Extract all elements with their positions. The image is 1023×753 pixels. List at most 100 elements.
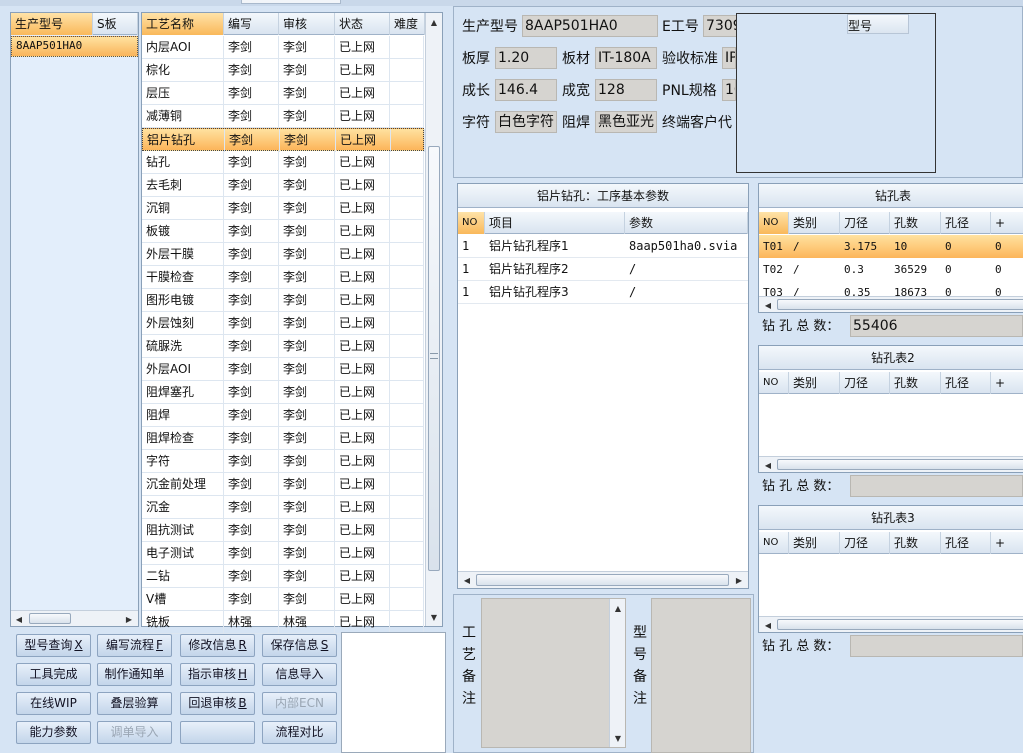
col-header-hole[interactable]: 孔径: [941, 372, 991, 394]
process-remark-textarea[interactable]: ▲ ▼: [481, 598, 626, 748]
scroll-up-icon[interactable]: ▲: [427, 15, 441, 29]
col-header-plus[interactable]: +: [991, 372, 1023, 394]
process-row[interactable]: 阻焊 李剑 李剑 已上网: [142, 404, 424, 427]
action-button[interactable]: 叠层验算: [97, 692, 172, 715]
process-row[interactable]: 阻焊塞孔 李剑 李剑 已上网: [142, 381, 424, 404]
mask-field[interactable]: 黑色亚光: [595, 111, 657, 133]
process-row[interactable]: 板镀 李剑 李剑 已上网: [142, 220, 424, 243]
drill-row[interactable]: T02 / 0.3 36529 0 0: [759, 258, 1023, 281]
process-row[interactable]: V槽 李剑 李剑 已上网: [142, 588, 424, 611]
action-button[interactable]: 回退审核 B: [180, 692, 255, 715]
process-row[interactable]: 阻焊检查 李剑 李剑 已上网: [142, 427, 424, 450]
scroll-left-icon[interactable]: ◀: [761, 298, 775, 312]
drill1-total-field[interactable]: 55406: [850, 315, 1023, 337]
col-header-tool[interactable]: 刀径: [840, 372, 890, 394]
process-row[interactable]: 二钻 李剑 李剑 已上网: [142, 565, 424, 588]
process-row[interactable]: 字符 李剑 李剑 已上网: [142, 450, 424, 473]
process-row[interactable]: 铣板 林强 林强 已上网: [142, 611, 424, 634]
action-button[interactable]: 调单导入: [97, 721, 172, 744]
col-header-plus[interactable]: +: [991, 532, 1023, 554]
thick-field[interactable]: 1.20: [495, 47, 557, 69]
process-list-vscroll[interactable]: ▲ ▼: [425, 13, 442, 626]
scroll-left-icon[interactable]: ◀: [12, 612, 26, 626]
col-header-param[interactable]: 参数: [625, 212, 748, 234]
col-header-type[interactable]: 类别: [789, 212, 840, 234]
col-header-tool[interactable]: 刀径: [840, 212, 890, 234]
col-header-no[interactable]: NO: [759, 212, 789, 234]
col-header-no[interactable]: NO: [759, 372, 789, 394]
process-row[interactable]: 图形电镀 李剑 李剑 已上网: [142, 289, 424, 312]
model-list-hscroll[interactable]: ◀ ▶: [11, 610, 138, 626]
scroll-down-icon[interactable]: ▼: [427, 610, 441, 624]
col-header-count[interactable]: 孔数: [890, 372, 941, 394]
col-header-no[interactable]: NO: [458, 212, 485, 234]
col-header-count[interactable]: 孔数: [890, 532, 941, 554]
drill2-hscroll[interactable]: ◀: [759, 456, 1023, 472]
material-field[interactable]: IT-180A: [595, 47, 657, 69]
scroll-down-icon[interactable]: ▼: [611, 731, 625, 745]
process-row[interactable]: 外层蚀刻 李剑 李剑 已上网: [142, 312, 424, 335]
pnl-field[interactable]: 10: [722, 79, 736, 101]
drill2-total-field[interactable]: [850, 475, 1023, 497]
action-button[interactable]: 流程对比: [262, 721, 337, 744]
col-header-model[interactable]: 生产型号: [11, 13, 93, 35]
process-row[interactable]: 沉铜 李剑 李剑 已上网: [142, 197, 424, 220]
action-button[interactable]: 能力参数: [16, 721, 91, 744]
scroll-left-icon[interactable]: ◀: [761, 618, 775, 632]
process-row[interactable]: 内层AOI 李剑 李剑 已上网: [142, 36, 424, 59]
col-header-status[interactable]: 状态: [335, 13, 390, 35]
col-header-tool[interactable]: 刀径: [840, 532, 890, 554]
model-remark-textarea[interactable]: [651, 598, 751, 753]
col-header-difficulty[interactable]: 难度: [390, 13, 425, 35]
process-row[interactable]: 电子测试 李剑 李剑 已上网: [142, 542, 424, 565]
length-field[interactable]: 146.4: [495, 79, 557, 101]
col-header-no[interactable]: NO: [759, 532, 789, 554]
scroll-right-icon[interactable]: ▶: [732, 573, 746, 587]
scroll-thumb[interactable]: [476, 574, 729, 586]
col-header-count[interactable]: 孔数: [890, 212, 941, 234]
process-row[interactable]: 硫脲洗 李剑 李剑 已上网: [142, 335, 424, 358]
scroll-thumb[interactable]: [777, 459, 1023, 470]
scroll-left-icon[interactable]: ◀: [761, 458, 775, 472]
col-header-process-name[interactable]: 工艺名称: [142, 13, 224, 35]
drill1-hscroll[interactable]: ◀: [759, 296, 1023, 312]
scroll-thumb[interactable]: [777, 299, 1023, 310]
action-button[interactable]: [180, 721, 255, 744]
col-header-type[interactable]: 类别: [789, 372, 840, 394]
standard-field[interactable]: IP: [722, 47, 736, 69]
process-row[interactable]: 去毛刺 李剑 李剑 已上网: [142, 174, 424, 197]
param-row[interactable]: 1 铝片钻孔程序1 8aap501ha0.svia: [458, 235, 748, 258]
param-row[interactable]: 1 铝片钻孔程序3 /: [458, 281, 748, 304]
process-row[interactable]: 铝片钻孔 李剑 李剑 已上网: [142, 128, 425, 152]
action-button[interactable]: 型号查询 X: [16, 634, 91, 657]
process-row[interactable]: 棕化 李剑 李剑 已上网: [142, 59, 424, 82]
col-header-item[interactable]: 项目: [485, 212, 625, 234]
scroll-thumb[interactable]: [777, 619, 1023, 630]
process-row[interactable]: 阻抗测试 李剑 李剑 已上网: [142, 519, 424, 542]
action-button[interactable]: 指示审核 H: [180, 663, 255, 686]
action-button[interactable]: 工具完成: [16, 663, 91, 686]
col-header-hole[interactable]: 孔径: [941, 532, 991, 554]
scroll-thumb[interactable]: [29, 613, 71, 624]
width-field[interactable]: 128: [595, 79, 657, 101]
action-button[interactable]: 制作通知单: [97, 663, 172, 686]
process-row[interactable]: 沉金前处理 李剑 李剑 已上网: [142, 473, 424, 496]
process-row[interactable]: 减薄铜 李剑 李剑 已上网: [142, 105, 424, 128]
process-row[interactable]: 外层AOI 李剑 李剑 已上网: [142, 358, 424, 381]
col-header-plus[interactable]: +: [991, 212, 1023, 234]
drill3-total-field[interactable]: [850, 635, 1023, 657]
process-row[interactable]: 层压 李剑 李剑 已上网: [142, 82, 424, 105]
process-row[interactable]: 干膜检查 李剑 李剑 已上网: [142, 266, 424, 289]
scroll-up-icon[interactable]: ▲: [611, 601, 625, 615]
col-header-hole[interactable]: 孔径: [941, 212, 991, 234]
action-button[interactable]: 内部ECN: [262, 692, 337, 715]
scroll-left-icon[interactable]: ◀: [460, 573, 474, 587]
type-popup[interactable]: 型号: [736, 13, 936, 173]
process-row[interactable]: 沉金 李剑 李剑 已上网: [142, 496, 424, 519]
param-row[interactable]: 1 铝片钻孔程序2 /: [458, 258, 748, 281]
char-field[interactable]: 白色字符: [495, 111, 557, 133]
action-button[interactable]: 编写流程 F: [97, 634, 172, 657]
remark-vscroll[interactable]: ▲ ▼: [609, 599, 625, 747]
model-list-item[interactable]: 8AAP501HA0: [11, 36, 138, 57]
col-header-s-board[interactable]: S板: [93, 13, 138, 35]
